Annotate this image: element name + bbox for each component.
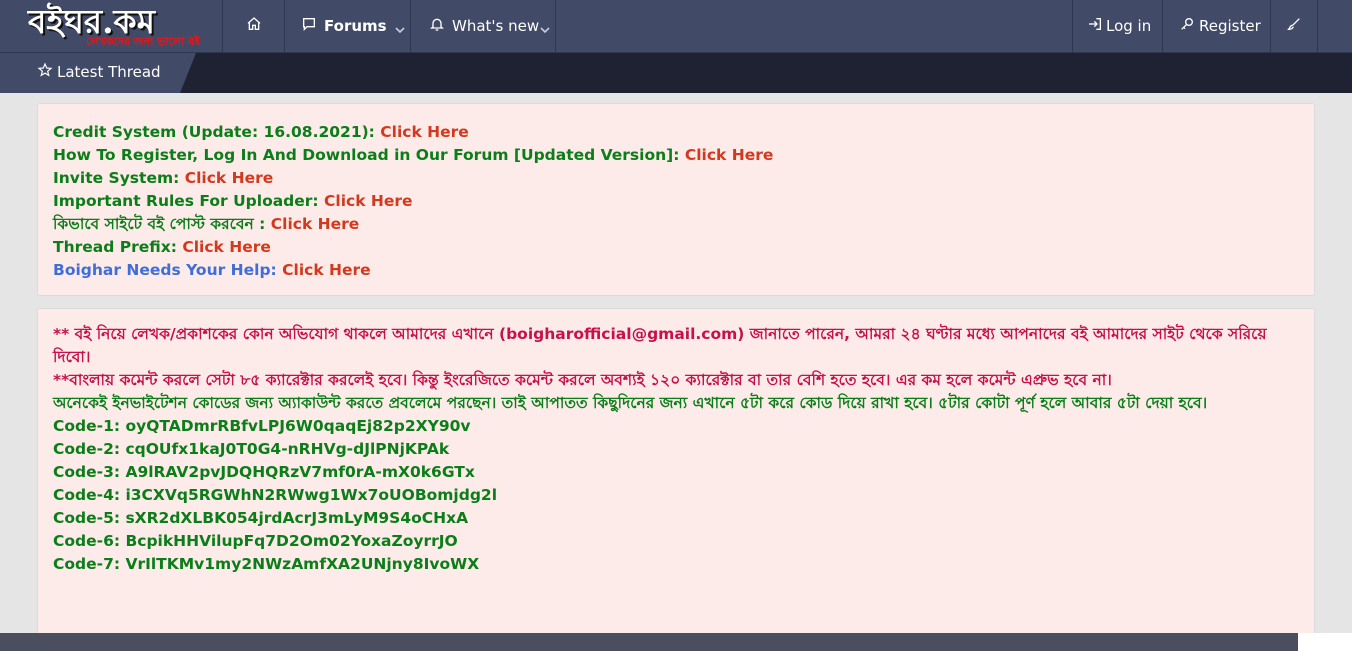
logo-subtext: লেখকদের জন্য ভালো বই [86,35,200,48]
bottom-scroll-strip [0,633,1298,651]
chat-bubble-icon [301,16,317,36]
invite-code: Code-1: oyQTADmrRBfvLPJ6W0qaqEj82p2XY90v [53,417,471,435]
bell-icon [429,16,445,36]
login-button[interactable]: Log in [1072,0,1162,52]
click-here-link[interactable]: Click Here [185,169,274,187]
comment-rule-notice: **বাংলায় কমেন্ট করলে সেটা ৮৫ ক্যারেক্টা… [53,371,1112,389]
invite-code: Code-7: VrIlTKMv1my2NWzAmfXA2UNjny8IvoWX [53,555,480,573]
notice-line: Invite System: Click Here [53,167,1299,190]
notice-text: How To Register, Log In And Download in … [53,146,685,164]
notice-line: Credit System (Update: 16.08.2021): Clic… [53,121,1299,144]
style-chooser-button[interactable] [1270,0,1318,52]
register-label: Register [1199,17,1261,35]
key-icon [1179,16,1195,36]
invite-code-notice: অনেকেই ইনভাইটেশন কোডের জন্য অ্যাকাউন্ট ক… [53,394,1208,412]
notice-text: Invite System: [53,169,185,187]
invite-code: Code-5: sXR2dXLBK054jrdAcrJ3mLyM9S4oCHxA [53,509,469,527]
notice-line: কিভাবে সাইটে বই পোস্ট করবেন : Click Here [53,213,1299,236]
invite-code: Code-3: A9lRAV2pvJDQHQRzV7mf0rA-mX0k6GTx [53,463,475,481]
click-here-link[interactable]: Click Here [685,146,774,164]
register-button[interactable]: Register [1162,0,1270,52]
notice-text: Credit System (Update: 16.08.2021): [53,123,381,141]
chevron-down-icon[interactable] [540,21,550,34]
notice-line: Boighar Needs Your Help: Click Here [53,259,1299,282]
notice-text: Thread Prefix: [53,238,183,256]
latest-thread-link[interactable]: Latest Thread [37,53,161,91]
brush-icon [1286,16,1302,36]
click-here-link[interactable]: Click Here [271,215,360,233]
nav-home-button[interactable] [222,0,284,52]
click-here-link[interactable]: Click Here [282,261,371,279]
nav-forums-label: Forums [324,17,387,35]
complaint-notice: ** বই নিয়ে লেখক/প্রকাশকের কোন অভিযোগ থা… [53,325,1267,366]
invite-code: Code-4: i3CXVq5RGWhN2RWwg1Wx7oUOBomjdg2l [53,486,498,504]
chevron-down-icon[interactable] [395,21,405,34]
notice-info-panel: ** বই নিয়ে লেখক/প্রকাশকের কোন অভিযোগ থা… [37,308,1315,648]
sign-in-icon [1087,16,1103,36]
latest-thread-label: Latest Thread [57,63,161,81]
notice-line: Thread Prefix: Click Here [53,236,1299,259]
top-navigation-bar: বইঘর.কম লেখকদের জন্য ভালো বই Forums What… [0,0,1352,53]
invite-code: Code-6: BcpikHHVilupFq7D2Om02YoxaZoyrrJO [53,532,458,550]
home-icon [246,16,262,36]
bottom-corner [1298,633,1352,651]
notice-text: Boighar Needs Your Help: [53,261,283,279]
invite-code: Code-2: cqOUfx1kaJ0T0G4-nRHVg-dJlPNjKPAk [53,440,450,458]
notice-line: Important Rules For Uploader: Click Here [53,190,1299,213]
notice-links-panel: Credit System (Update: 16.08.2021): Clic… [37,103,1315,296]
click-here-link[interactable]: Click Here [380,123,469,141]
login-label: Log in [1106,17,1152,35]
click-here-link[interactable]: Click Here [324,192,413,210]
notice-line: How To Register, Log In And Download in … [53,144,1299,167]
nav-forums-tab[interactable]: Forums [284,0,410,52]
sub-navigation-bar: Latest Thread [0,53,1352,93]
click-here-link[interactable]: Click Here [182,238,271,256]
star-icon [37,62,53,82]
notice-text: Important Rules For Uploader: [53,192,325,210]
notice-text: কিভাবে সাইটে বই পোস্ট করবেন : [53,215,271,233]
nav-whats-new-label: What's new [452,17,540,35]
nav-whats-new-tab[interactable]: What's new [410,0,556,52]
site-logo[interactable]: বইঘর.কম লেখকদের জন্য ভালো বই [28,0,200,52]
